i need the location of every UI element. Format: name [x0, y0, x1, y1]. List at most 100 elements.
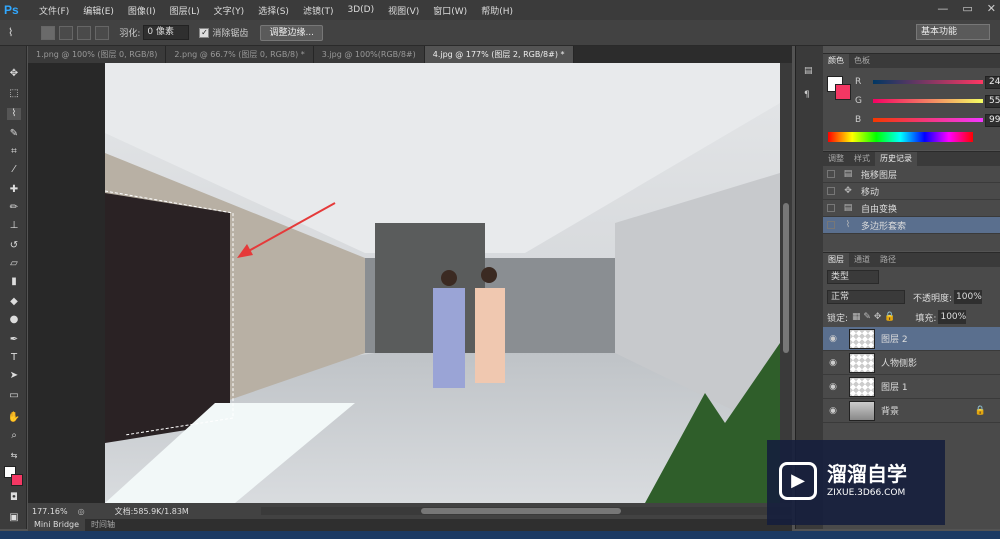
history-dock-icon[interactable]: ▤	[804, 66, 813, 76]
menu-image[interactable]: 图像(I)	[128, 4, 156, 17]
menu-layer[interactable]: 图层(L)	[170, 4, 200, 17]
brush-tool-icon[interactable]: ✏	[7, 202, 21, 214]
color-bg-swatch[interactable]	[835, 84, 851, 100]
adjust-dock-icon[interactable]: ¶	[804, 90, 810, 100]
layer-kind-select[interactable]: 类型	[827, 270, 879, 284]
status-info-icon[interactable]: ◎	[78, 507, 85, 516]
crop-tool-icon[interactable]: ⌗	[7, 146, 21, 158]
doc-tab-1[interactable]: 1.png @ 100% (图层 0, RGB/8)	[28, 46, 167, 63]
menu-view[interactable]: 视图(V)	[388, 4, 419, 17]
eyedropper-tool-icon[interactable]: ⁄	[7, 164, 21, 176]
doc-tab-2[interactable]: 2.png @ 66.7% (图层 0, RGB/8) *	[166, 46, 314, 63]
blue-slider[interactable]	[873, 118, 983, 122]
dodge-tool-icon[interactable]: ●	[7, 314, 21, 326]
horizontal-scroll-thumb[interactable]	[421, 508, 621, 514]
history-item[interactable]: ▤ 自由变换	[823, 200, 1000, 217]
maximize-button[interactable]: ▭	[962, 2, 972, 15]
history-item[interactable]: ▤ 拖移图层	[823, 166, 1000, 183]
color-spectrum[interactable]	[828, 132, 973, 142]
swap-colors-icon[interactable]: ⇆	[7, 450, 21, 462]
vertical-scroll-thumb[interactable]	[783, 203, 789, 353]
intersect-selection-button[interactable]	[95, 25, 110, 40]
fill-input[interactable]: 100%	[938, 310, 967, 324]
tab-styles[interactable]: 样式	[849, 152, 875, 166]
type-tool-icon[interactable]: T	[7, 352, 21, 364]
blend-mode-select[interactable]: 正常	[827, 290, 905, 304]
quick-mask-icon[interactable]: ◘	[7, 492, 21, 504]
menu-window[interactable]: 窗口(W)	[433, 4, 467, 17]
menu-file[interactable]: 文件(F)	[39, 4, 69, 17]
minimize-button[interactable]: —	[937, 2, 948, 15]
menu-select[interactable]: 选择(S)	[258, 4, 289, 17]
gradient-tool-icon[interactable]: ▮	[7, 276, 21, 288]
tab-paths[interactable]: 路径	[875, 253, 901, 267]
tab-swatches[interactable]: 色板	[849, 54, 875, 68]
antialias-checkbox[interactable]: ✓	[199, 27, 210, 38]
tab-color[interactable]: 颜色	[823, 54, 849, 68]
layer-thumbnail	[849, 400, 875, 421]
eye-icon[interactable]: ◉	[823, 358, 843, 368]
background-color-swatch[interactable]	[11, 474, 23, 486]
eye-icon[interactable]: ◉	[823, 382, 843, 392]
workspace-select[interactable]: 基本功能	[916, 24, 990, 40]
layer-filter-row: 类型	[823, 267, 1000, 287]
layer-row[interactable]: ◉ 背景 🔒	[823, 399, 1000, 423]
healing-tool-icon[interactable]: ✚	[7, 184, 21, 196]
red-value[interactable]: 244	[985, 75, 1000, 89]
layer-row[interactable]: ◉ 图层 1	[823, 375, 1000, 399]
blue-value[interactable]: 99	[985, 113, 1000, 127]
menu-edit[interactable]: 编辑(E)	[83, 4, 114, 17]
horizontal-scrollbar[interactable]	[261, 507, 791, 515]
move-tool-icon[interactable]: ✥	[7, 68, 21, 80]
zoom-level[interactable]: 177.16%	[32, 507, 68, 516]
green-slider-row: G 55	[855, 94, 1000, 108]
eraser-tool-icon[interactable]: ▱	[7, 258, 21, 270]
hand-tool-icon[interactable]: ✋	[7, 412, 21, 424]
menu-type[interactable]: 文字(Y)	[214, 4, 245, 17]
refine-edge-button[interactable]: 调整边缘...	[260, 24, 324, 41]
feather-input[interactable]: 0 像素	[143, 25, 190, 40]
quick-select-tool-icon[interactable]: ✎	[7, 128, 21, 140]
menu-3d[interactable]: 3D(D)	[347, 5, 374, 15]
menu-filter[interactable]: 滤镜(T)	[303, 4, 334, 17]
new-selection-button[interactable]	[41, 25, 56, 40]
close-button[interactable]: ✕	[987, 2, 996, 15]
eye-icon[interactable]: ◉	[823, 406, 843, 416]
history-item[interactable]: ✥ 移动	[823, 183, 1000, 200]
tab-channels[interactable]: 通道	[849, 253, 875, 267]
timeline-tab[interactable]: 时间轴	[85, 519, 121, 531]
tab-adjustments[interactable]: 调整	[823, 152, 849, 166]
blur-tool-icon[interactable]: ◆	[7, 296, 21, 308]
screen-mode-icon[interactable]: ▣	[7, 512, 21, 524]
menu-help[interactable]: 帮助(H)	[481, 4, 513, 17]
lasso-tool-icon[interactable]: ⌇	[7, 108, 21, 120]
green-slider[interactable]	[873, 99, 983, 103]
red-slider[interactable]	[873, 80, 983, 84]
history-brush-tool-icon[interactable]: ↺	[7, 240, 21, 252]
opacity-input[interactable]: 100%	[954, 290, 983, 304]
stamp-tool-icon[interactable]: ⊥	[7, 220, 21, 232]
add-selection-button[interactable]	[59, 25, 74, 40]
lock-icons[interactable]: ▦ ✎ ✥ 🔒	[852, 312, 895, 322]
shape-tool-icon[interactable]: ▭	[7, 390, 21, 402]
tab-layers[interactable]: 图层	[823, 253, 849, 267]
lasso-preset-icon[interactable]: ⌇	[8, 26, 13, 39]
vertical-scrollbar[interactable]	[780, 63, 792, 503]
tab-history[interactable]: 历史记录	[875, 152, 917, 166]
doc-tab-3[interactable]: 3.jpg @ 100%(RGB/8#)	[313, 46, 425, 63]
marquee-tool-icon[interactable]: ⬚	[7, 88, 21, 100]
pen-tool-icon[interactable]: ✒	[7, 334, 21, 346]
zoom-tool-icon[interactable]: ⌕	[7, 430, 21, 442]
subtract-selection-button[interactable]	[77, 25, 92, 40]
green-value[interactable]: 55	[985, 94, 1000, 108]
layer-row[interactable]: ◉ 人物侧影	[823, 351, 1000, 375]
doc-tab-4[interactable]: 4.jpg @ 177% (图层 2, RGB/8#) *	[424, 46, 574, 63]
mini-bridge-tab[interactable]: Mini Bridge	[28, 519, 86, 531]
document-image[interactable]	[105, 63, 780, 503]
history-item[interactable]: ⌇ 多边形套索	[823, 217, 1000, 234]
path-select-tool-icon[interactable]: ➤	[7, 370, 21, 382]
canvas-area[interactable]	[28, 63, 792, 503]
eye-icon[interactable]: ◉	[823, 334, 843, 344]
blend-row: 正常 不透明度: 100%	[823, 287, 1000, 307]
layer-row[interactable]: ◉ 图层 2	[823, 327, 1000, 351]
